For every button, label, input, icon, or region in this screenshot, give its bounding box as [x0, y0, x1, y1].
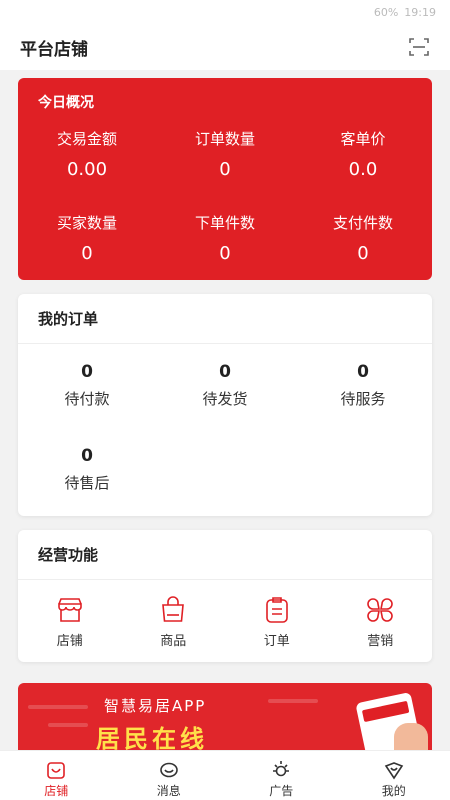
stat-value: 0	[219, 159, 231, 180]
top-bar: 平台店铺	[0, 24, 450, 70]
business-title: 经营功能	[18, 530, 432, 580]
banner-app-name: 智慧易居APP	[104, 697, 207, 715]
stat-order-count[interactable]: 订单数量 0	[156, 120, 294, 204]
order-count: 0	[81, 362, 93, 382]
stat-ordered-items[interactable]: 下单件数 0	[156, 204, 294, 288]
stat-value: 0.00	[66, 159, 108, 180]
order-count: 0	[357, 362, 369, 382]
stat-value: 0	[81, 243, 93, 264]
tab-mine[interactable]: 我的	[338, 751, 450, 800]
bag-icon	[157, 594, 189, 626]
tab-ads[interactable]: 广告	[225, 751, 338, 800]
hand-illustration	[394, 723, 428, 753]
business-item-label: 营销	[367, 634, 394, 649]
order-count: 0	[219, 362, 231, 382]
stat-paid-items[interactable]: 支付件数 0	[294, 204, 432, 288]
business-item-label: 商品	[160, 634, 187, 649]
stat-label: 交易金额	[56, 130, 117, 148]
stat-label: 买家数量	[56, 214, 117, 232]
tab-label: 我的	[381, 784, 406, 798]
stat-value: 0	[357, 243, 369, 264]
banner-slogan: 居民在线	[96, 725, 208, 753]
order-label: 待售后	[64, 474, 110, 492]
scan-icon[interactable]	[408, 36, 430, 58]
banner-decoration	[48, 723, 88, 727]
clipboard-icon	[261, 594, 293, 626]
business-item-store[interactable]: 店铺	[18, 590, 122, 660]
tab-label: 店铺	[44, 784, 69, 798]
stat-value: 0.0	[348, 159, 378, 180]
status-bar: 60% 19:19	[0, 0, 450, 24]
page-title: 平台店铺	[20, 39, 88, 60]
tab-messages[interactable]: 消息	[113, 751, 226, 800]
order-status-grid: 0 待付款 0 待发货 0 待服务 0 待售后	[18, 344, 432, 512]
today-overview-card: 今日概况 交易金额 0.00 订单数量 0 客单价 0.0 买家数量 0 下单件…	[18, 78, 432, 280]
heart-icon	[383, 759, 405, 781]
my-orders-card: 我的订单 0 待付款 0 待发货 0 待服务 0 待售后	[18, 294, 432, 516]
promo-banner[interactable]: 智慧易居APP 居民在线	[18, 683, 432, 753]
message-icon	[158, 759, 180, 781]
tab-label: 广告	[269, 784, 294, 798]
business-item-marketing[interactable]: 营销	[329, 590, 433, 660]
bottom-tab-bar: 店铺 消息 广告 我的	[0, 750, 450, 800]
tab-store[interactable]: 店铺	[0, 751, 113, 800]
order-pending-shipment[interactable]: 0 待发货	[156, 344, 294, 428]
stat-value: 0	[219, 243, 231, 264]
banner-decoration	[268, 699, 318, 703]
clock: 19:19	[404, 5, 436, 19]
overview-stats: 交易金额 0.00 订单数量 0 客单价 0.0 买家数量 0 下单件数 0 支…	[18, 120, 432, 288]
business-item-orders[interactable]: 订单	[225, 590, 329, 660]
store-icon	[54, 594, 86, 626]
banner-decoration	[28, 705, 88, 709]
business-item-label: 订单	[263, 634, 290, 649]
orders-title: 我的订单	[18, 294, 432, 344]
order-label: 待发货	[202, 390, 248, 408]
order-pending-payment[interactable]: 0 待付款	[18, 344, 156, 428]
clover-icon	[364, 594, 396, 626]
order-pending-service[interactable]: 0 待服务	[294, 344, 432, 428]
stat-label: 支付件数	[332, 214, 393, 232]
stat-transaction-amount[interactable]: 交易金额 0.00	[18, 120, 156, 204]
stat-label: 下单件数	[194, 214, 255, 232]
business-grid: 店铺 商品 订单 营销	[18, 580, 432, 660]
business-item-label: 店铺	[56, 634, 83, 649]
order-after-sales[interactable]: 0 待售后	[18, 428, 156, 512]
business-functions-card: 经营功能 店铺 商品 订单 营销	[18, 530, 432, 662]
tab-label: 消息	[156, 784, 181, 798]
business-item-products[interactable]: 商品	[122, 590, 226, 660]
order-label: 待付款	[64, 390, 110, 408]
store-tab-icon	[45, 759, 67, 781]
stat-avg-order-value[interactable]: 客单价 0.0	[294, 120, 432, 204]
stat-buyer-count[interactable]: 买家数量 0	[18, 204, 156, 288]
sun-icon	[270, 759, 292, 781]
order-count: 0	[81, 446, 93, 466]
overview-title: 今日概况	[38, 95, 94, 111]
battery-level: 60%	[373, 5, 399, 19]
order-label: 待服务	[340, 390, 386, 408]
stat-label: 订单数量	[194, 130, 255, 148]
stat-label: 客单价	[340, 130, 386, 148]
